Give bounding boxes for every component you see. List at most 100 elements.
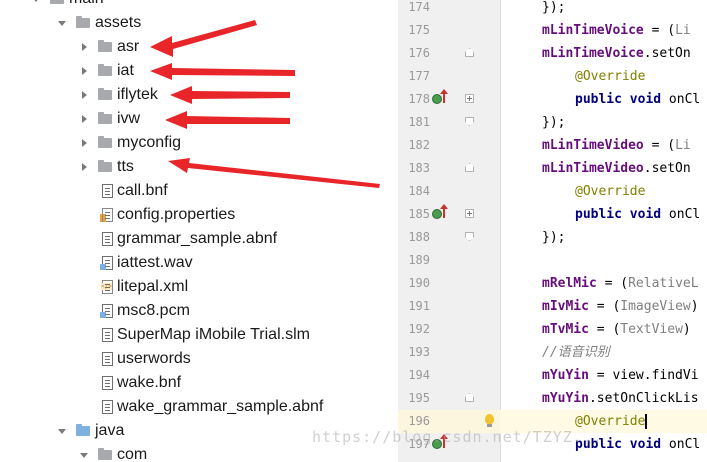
code-line[interactable]: 189 (398, 249, 707, 272)
tree-item-grammar-sample-abnf[interactable]: grammar_sample.abnf (0, 227, 398, 251)
code-line[interactable]: 194 mYuYin = view.findVi (398, 364, 707, 387)
collapse-arrow-icon[interactable] (78, 35, 90, 53)
code-line[interactable]: 178 public void onCl (398, 88, 707, 111)
code-token: ImageView (620, 299, 691, 314)
fold-marker-icon[interactable] (465, 48, 474, 57)
tree-item-label: grammar_sample.abnf (117, 230, 278, 247)
fold-marker-icon[interactable] (465, 232, 474, 241)
tree-item-call-bnf[interactable]: call.bnf (0, 179, 398, 203)
code-line[interactable]: 188}); (398, 226, 707, 249)
line-number: 178 (408, 92, 430, 106)
code-token: }); (542, 230, 566, 245)
code-line[interactable]: 175 mLinTimeVoice = (Li (398, 19, 707, 42)
tree-item-main[interactable]: main (0, 0, 398, 11)
collapse-arrow-icon[interactable] (78, 107, 90, 125)
code-line[interactable]: 183 mLinTimeVideo.setOn (398, 157, 707, 180)
fold-expand-icon[interactable] (465, 209, 474, 218)
code-text: mRelMic = (RelativeL (542, 272, 699, 295)
code-line[interactable]: 191 mIvMic = (ImageView) (398, 295, 707, 318)
tree-item-userwords[interactable]: userwords (0, 347, 398, 371)
line-number: 176 (408, 46, 430, 60)
tree-item-iflytek[interactable]: iflytek (0, 83, 398, 107)
properties-file-icon (100, 208, 116, 222)
audio-file-icon (100, 256, 116, 270)
tree-item-msc8-pcm[interactable]: msc8.pcm (0, 299, 398, 323)
code-line[interactable]: 174}); (398, 0, 707, 19)
tree-item-label: iat (117, 62, 134, 79)
override-method-icon[interactable] (432, 94, 442, 104)
collapse-arrow-icon[interactable] (78, 59, 90, 77)
tree-item-asr[interactable]: asr (0, 35, 398, 59)
line-number: 192 (408, 322, 430, 336)
tree-item-litepal-xml[interactable]: litepal.xml (0, 275, 398, 299)
code-editor[interactable]: 174}); 175 mLinTimeVoice = (Li 176 mLinTimeV… (398, 0, 707, 462)
fold-marker-icon[interactable] (465, 117, 474, 126)
folder-icon (50, 0, 64, 6)
go-to-super-arrow-icon[interactable] (440, 89, 448, 103)
text-file-icon (102, 400, 116, 414)
tree-item-label: msc8.pcm (117, 302, 190, 319)
tree-item-tts[interactable]: tts (0, 155, 398, 179)
code-line[interactable]: 182 mLinTimeVideo = (Li (398, 134, 707, 157)
tree-item-supermap-imobile-trial-slm[interactable]: SuperMap iMobile Trial.slm (0, 323, 398, 347)
code-line[interactable]: 176 mLinTimeVoice.setOn (398, 42, 707, 65)
code-token: mLinTimeVideo (542, 161, 644, 176)
go-to-super-arrow-icon[interactable] (440, 204, 448, 218)
line-number: 185 (408, 207, 430, 221)
folder-icon (98, 448, 112, 462)
code-text: mTvMic = (TextView) (542, 318, 691, 341)
code-token: onCl (668, 437, 701, 452)
code-token: @Override (575, 414, 646, 429)
folder-icon (98, 112, 112, 126)
code-token: RelativeL (628, 276, 699, 291)
tree-item-label: call.bnf (117, 182, 168, 199)
tree-item-label: config.properties (117, 206, 236, 223)
collapse-arrow-icon[interactable] (78, 83, 90, 101)
code-line[interactable]: 185 public void onCl (398, 203, 707, 226)
fold-marker-icon[interactable] (465, 163, 474, 172)
code-line[interactable]: 181}); (398, 111, 707, 134)
folder-icon (98, 160, 112, 174)
collapse-arrow-icon[interactable] (78, 131, 90, 149)
text-file-icon (102, 232, 116, 246)
code-text: public void onCl (575, 203, 700, 226)
code-line[interactable]: 177 @Override (398, 65, 707, 88)
code-line[interactable]: 195 mYuYin.setOnClickLis (398, 387, 707, 410)
fold-marker-icon[interactable] (465, 393, 474, 402)
tree-item-label: wake.bnf (117, 374, 182, 391)
text-caret (645, 414, 648, 429)
tree-item-wake-bnf[interactable]: wake.bnf (0, 371, 398, 395)
tree-item-ivw[interactable]: ivw (0, 107, 398, 131)
tree-item-wake-grammar-sample-abnf[interactable]: wake_grammar_sample.abnf (0, 395, 398, 419)
override-method-icon[interactable] (432, 209, 442, 219)
tree-item-iat[interactable]: iat (0, 59, 398, 83)
expand-arrow-icon[interactable] (30, 0, 42, 4)
tree-item-myconfig[interactable]: myconfig (0, 131, 398, 155)
code-token: @Override (575, 69, 646, 84)
tree-item-assets[interactable]: assets (0, 11, 398, 35)
folder-icon (98, 88, 112, 102)
code-token: mLinTimeVideo (542, 138, 644, 153)
expand-arrow-icon[interactable] (78, 443, 90, 460)
code-text: mYuYin = view.findVi (542, 364, 699, 387)
code-token: mIvMic (542, 299, 589, 314)
tree-item-label: userwords (117, 350, 191, 367)
intention-bulb-icon[interactable] (485, 414, 494, 427)
code-token: public void (575, 92, 669, 107)
code-token: mRelMic (542, 276, 597, 291)
line-number: 184 (408, 184, 430, 198)
text-file-icon (102, 328, 116, 342)
line-number: 189 (408, 253, 430, 267)
code-line[interactable]: 193 //语音识别 (398, 341, 707, 364)
expand-arrow-icon[interactable] (56, 11, 68, 28)
code-line[interactable]: 190 mRelMic = (RelativeL (398, 272, 707, 295)
tree-item-label: SuperMap iMobile Trial.slm (117, 326, 310, 343)
code-line[interactable]: 184 @Override (398, 180, 707, 203)
fold-expand-icon[interactable] (465, 94, 474, 103)
tree-item-iattest-wav[interactable]: iattest.wav (0, 251, 398, 275)
expand-arrow-icon[interactable] (56, 419, 68, 436)
tree-item-label: wake_grammar_sample.abnf (117, 398, 324, 415)
tree-item-config-properties[interactable]: config.properties (0, 203, 398, 227)
code-line[interactable]: 192 mTvMic = (TextView) (398, 318, 707, 341)
collapse-arrow-icon[interactable] (78, 155, 90, 173)
